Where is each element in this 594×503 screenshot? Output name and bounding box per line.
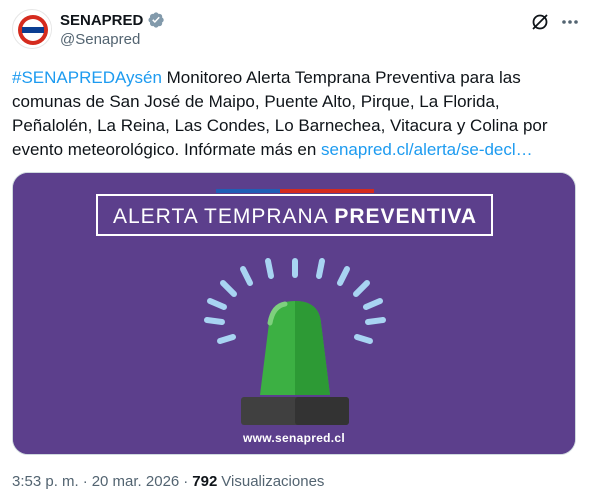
meta-separator: · (82, 473, 88, 490)
alert-banner-title: ALERTA TEMPRANA PREVENTIVA (95, 203, 495, 231)
hashtag-link[interactable]: #SENAPREDAysén (12, 68, 162, 87)
tweet-text: #SENAPREDAysén Monitoreo Alerta Temprana… (12, 66, 572, 162)
more-icon[interactable] (560, 12, 580, 32)
tweet-card: SENAPRED @Senapred #SENAPREDAysén Monito… (0, 0, 594, 503)
tweet-meta: 3:53 p. m. · 20 mar. 2026 · 792 Visualiz… (12, 473, 324, 490)
meta-separator: · (183, 473, 189, 490)
media-image[interactable]: ALERTA TEMPRANA PREVENTIVA www.senapred.… (12, 172, 576, 455)
verified-badge-icon[interactable] (147, 11, 165, 29)
tweet-url-link[interactable]: senapred.cl/alerta/se-decl… (321, 140, 533, 159)
handle[interactable]: @Senapred (60, 31, 140, 48)
tweet-date[interactable]: 20 mar. 2026 (92, 473, 180, 490)
display-name[interactable]: SENAPRED (60, 12, 143, 29)
author-name-row: SENAPRED (60, 11, 165, 29)
senapred-logo (14, 11, 51, 48)
views-count[interactable]: 792 (192, 473, 217, 490)
views-label[interactable]: Visualizaciones (221, 473, 324, 490)
grok-icon[interactable] (530, 12, 550, 32)
tweet-time[interactable]: 3:53 p. m. (12, 473, 79, 490)
avatar[interactable] (12, 9, 52, 49)
banner-title-light: ALERTA TEMPRANA (112, 205, 335, 228)
media-site-url: www.senapred.cl (242, 431, 346, 445)
banner-title-bold: PREVENTIVA (334, 205, 478, 228)
